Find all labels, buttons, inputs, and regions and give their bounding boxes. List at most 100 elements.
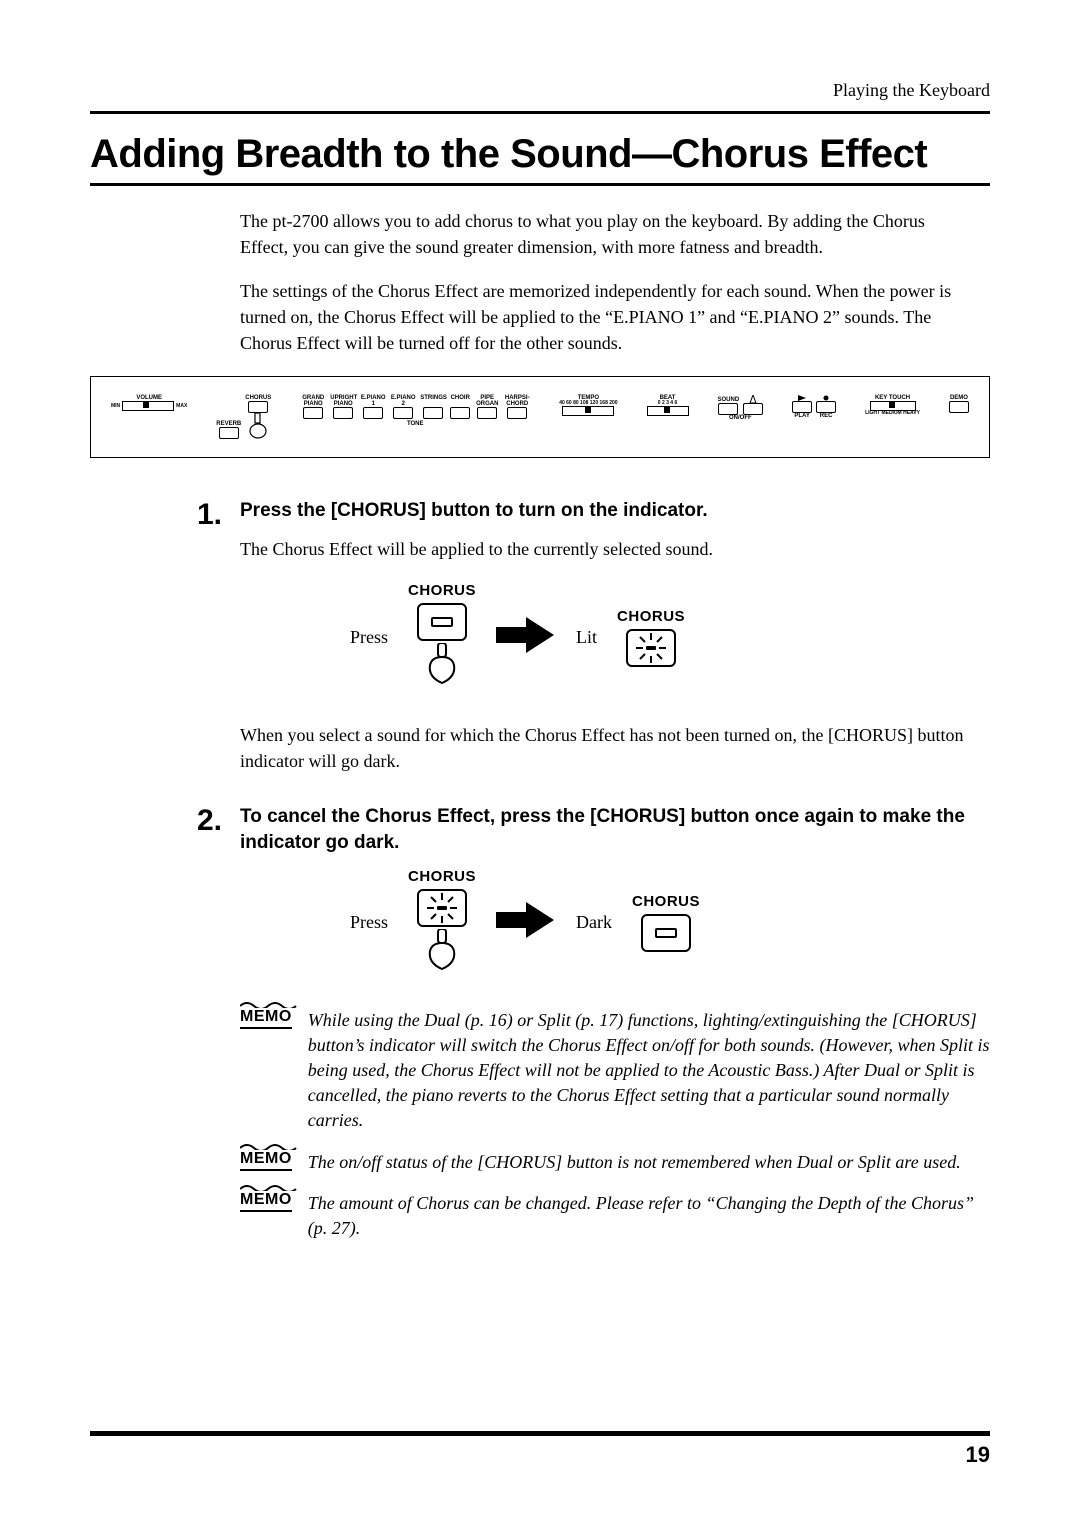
footer-rule [90, 1431, 990, 1436]
tone-label-0: GRAND PIANO [300, 395, 326, 407]
step-2-number: 2. [90, 804, 240, 1257]
beat-slider [647, 406, 689, 416]
intro-column: The pt-2700 allows you to add chorus to … [240, 208, 970, 356]
sound-button-icon [718, 403, 738, 415]
chorus-button-press-unit: CHORUS [408, 582, 476, 692]
memo-label-1: MEMO [240, 1008, 292, 1025]
memo-3-text: The amount of Chorus can be changed. Ple… [308, 1191, 990, 1241]
panel-play-rec: PLAY REC [792, 395, 836, 419]
page: Playing the Keyboard Adding Breadth to t… [0, 0, 1080, 1528]
tone-button-4: STRINGS [420, 395, 446, 419]
memo-3: MEMO The amount of Chorus can be changed… [240, 1191, 990, 1241]
volume-slider [122, 401, 174, 411]
tone-button-icon-4 [423, 407, 443, 419]
tone-label-4: STRINGS [420, 395, 446, 407]
panel-volume: VOLUME MIN MAX [111, 395, 187, 411]
tone-label-7: HARPSI-CHORD [504, 395, 530, 407]
tone-label-2: E.PIANO 1 [360, 395, 386, 407]
tone-button-6: PIPE ORGAN [474, 395, 500, 419]
chorus-button-lit-icon-2 [417, 889, 467, 927]
memo-2: MEMO The on/off status of the [CHORUS] b… [240, 1150, 990, 1175]
chorus-title-1b: CHORUS [617, 608, 685, 625]
memo-badge-1: MEMO [240, 1008, 292, 1029]
tone-button-icon-7 [507, 407, 527, 419]
chorus-button-lit-icon [626, 629, 676, 667]
panel-sound-metronome: SOUND ON/OFF [717, 395, 763, 421]
step-1-press-label: Press [350, 627, 388, 648]
memo-wave-icon [240, 1000, 298, 1008]
chorus-button-off-icon [417, 603, 467, 641]
panel-beat: BEAT 0 2 3 4 6 [647, 395, 689, 416]
memo-wave-icon [240, 1183, 298, 1191]
memo-label-2: MEMO [240, 1150, 292, 1167]
step-1-lit-label: Lit [576, 627, 597, 648]
chorus-button-lit-unit: CHORUS [617, 608, 685, 667]
metronome-button-icon [743, 403, 763, 415]
keyboard-panel-figure: VOLUME MIN MAX REVERB CHORUS [90, 376, 990, 458]
top-rule [90, 111, 990, 114]
tone-button-2: E.PIANO 1 [360, 395, 386, 419]
metronome-icon [749, 395, 757, 403]
play-button-icon [792, 401, 812, 413]
tone-button-icon-5 [450, 407, 470, 419]
tone-label-1: UPRIGHT PIANO [330, 395, 356, 407]
panel-tone-label: TONE [407, 421, 424, 427]
memo-wave-icon [240, 1142, 298, 1150]
tone-button-icon-1 [333, 407, 353, 419]
hand-icon [247, 413, 269, 439]
chorus-title-2b: CHORUS [632, 893, 700, 910]
tempo-slider [562, 406, 614, 416]
demo-button-icon [949, 401, 969, 413]
tone-label-3: E.PIANO 2 [390, 395, 416, 407]
tone-button-3: E.PIANO 2 [390, 395, 416, 419]
intro-para-2: The settings of the Chorus Effect are me… [240, 278, 970, 356]
page-title: Adding Breadth to the Sound—Chorus Effec… [90, 132, 990, 177]
reverb-button-icon [219, 427, 239, 439]
tone-label-5: CHOIR [451, 395, 470, 407]
memo-label-3: MEMO [240, 1191, 292, 1208]
press-hand-icon-2 [422, 929, 462, 978]
keytouch-slider [870, 401, 916, 411]
step-1-number: 1. [90, 498, 240, 794]
step-1: 1. Press the [CHORUS] button to turn on … [90, 498, 990, 794]
tone-button-icon-2 [363, 407, 383, 419]
step-2-heading: To cancel the Chorus Effect, press the [… [240, 804, 990, 855]
panel-reverb-chorus: REVERB CHORUS [216, 395, 271, 439]
panel-onoff-label: ON/OFF [729, 415, 752, 421]
section-header: Playing the Keyboard [90, 80, 990, 101]
memo-badge-3: MEMO [240, 1191, 292, 1212]
step-2-press-label: Press [350, 912, 388, 933]
panel-demo: DEMO [949, 395, 969, 413]
panel-tempo: TEMPO 40 60 80 108 120 168 200 [559, 395, 617, 416]
panel-volume-max: MAX [176, 404, 187, 409]
tone-button-icon-0 [303, 407, 323, 419]
step-2-dark-label: Dark [576, 912, 612, 933]
memo-1: MEMO While using the Dual (p. 16) or Spl… [240, 1008, 990, 1134]
chorus-button-icon [248, 401, 268, 413]
memo-2-text: The on/off status of the [CHORUS] button… [308, 1150, 990, 1175]
step-1-text-b: When you select a sound for which the Ch… [240, 722, 990, 774]
chorus-button-dark-unit: CHORUS [632, 893, 700, 952]
memo-badge-2: MEMO [240, 1150, 292, 1171]
title-rule [90, 183, 990, 186]
press-hand-icon [422, 643, 462, 692]
tone-button-icon-6 [477, 407, 497, 419]
chorus-button-off-icon-2 [641, 914, 691, 952]
panel-tones: GRAND PIANO UPRIGHT PIANO E.PIANO 1 E.PIANO… [300, 395, 530, 427]
memo-1-text: While using the Dual (p. 16) or Split (p… [308, 1008, 990, 1134]
page-number: 19 [90, 1442, 990, 1468]
step-2-figure: Press CHORUS [350, 868, 990, 978]
intro-para-1: The pt-2700 allows you to add chorus to … [240, 208, 970, 260]
panel-play-label: PLAY [794, 413, 809, 419]
tone-label-6: PIPE ORGAN [474, 395, 500, 407]
tone-button-0: GRAND PIANO [300, 395, 326, 419]
chorus-title-2a: CHORUS [408, 868, 476, 885]
tone-button-5: CHOIR [450, 395, 470, 419]
panel-keytouch: KEY TOUCH LIGHT MEDIUM HEAVY [865, 395, 920, 416]
chorus-button-press-lit-unit: CHORUS [408, 868, 476, 978]
arrow-right-icon-2 [496, 900, 556, 945]
panel-rec-label: REC [820, 413, 833, 419]
step-1-heading: Press the [CHORUS] button to turn on the… [240, 498, 990, 524]
tone-button-icon-3 [393, 407, 413, 419]
step-2: 2. To cancel the Chorus Effect, press th… [90, 804, 990, 1257]
